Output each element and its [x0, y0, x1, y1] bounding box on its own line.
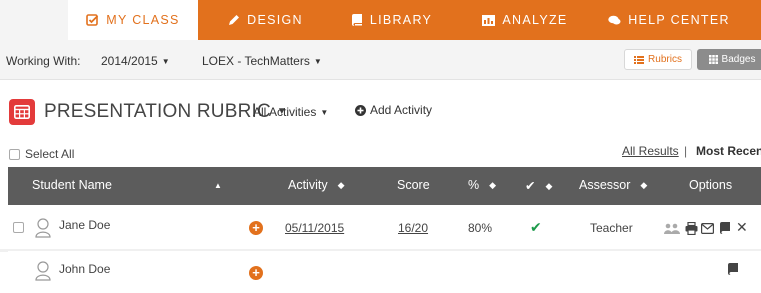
sort-icon: ◆	[489, 180, 497, 190]
plus-circle-icon	[355, 104, 366, 116]
badges-button[interactable]: Badges	[697, 49, 761, 70]
comments-icon	[608, 15, 621, 24]
add-result-plus-icon[interactable]: +	[249, 266, 263, 280]
nav-analyze[interactable]: ANALYZE	[451, 0, 599, 40]
book-icon[interactable]	[727, 263, 738, 275]
assessor-value: Teacher	[590, 221, 633, 235]
table-header: Student Name ▲ Activity ◆ Score % ◆ ✔ ◆ Ass…	[8, 167, 761, 205]
group-icon[interactable]	[664, 223, 680, 235]
add-result-plus-icon[interactable]: +	[249, 221, 263, 235]
user-avatar-icon	[35, 261, 51, 281]
grid-icon	[708, 55, 718, 64]
rubric-title: PRESENTATION RUBRIC	[44, 101, 271, 122]
envelope-icon[interactable]	[701, 223, 714, 234]
table-row: Jane Doe + 05/11/2015 16/20 80% ✔ Teache…	[8, 206, 761, 250]
nav-label-my-class: MY CLASS	[106, 13, 180, 27]
completed-check-icon: ✔	[530, 219, 542, 235]
sort-up-icon[interactable]: ▲	[214, 181, 222, 190]
select-all-label: Select All	[25, 147, 75, 161]
nav-label-design: DESIGN	[247, 13, 303, 27]
header-completed[interactable]: ✔ ◆	[525, 178, 552, 193]
header-options: Options	[689, 178, 733, 192]
nav-strip: MY CLASS DESIGN LIBRARY ANALYZE HELP CEN…	[68, 0, 761, 40]
add-activity-button[interactable]: Add Activity	[355, 103, 432, 117]
student-name[interactable]: John Doe	[59, 262, 110, 276]
user-avatar-icon	[35, 218, 51, 238]
print-icon[interactable]	[685, 222, 698, 235]
year-selector[interactable]: 2014/2015 ▼	[101, 54, 170, 68]
book-icon	[351, 14, 362, 26]
nav-library[interactable]: LIBRARY	[333, 0, 451, 40]
delete-icon[interactable]: ✕	[736, 219, 748, 236]
nav-label-analyze: ANALYZE	[502, 13, 568, 27]
course-value: LOEX - TechMatters	[202, 54, 310, 68]
chart-icon	[482, 14, 496, 26]
header-activity-label: Activity	[288, 178, 328, 192]
caret-down-icon: ▼	[313, 57, 322, 66]
caret-down-icon: ▼	[161, 57, 170, 66]
activities-filter-label: All Activities	[253, 105, 317, 119]
rubric-title-selector[interactable]: PRESENTATION RUBRIC ▼	[44, 101, 287, 123]
most-recent-link[interactable]: Most Recent	[696, 144, 761, 158]
pencil-icon	[229, 15, 240, 25]
select-all-checkbox[interactable]	[9, 148, 20, 160]
header-assessor[interactable]: Assessor ◆	[579, 178, 647, 192]
check-square-icon	[86, 14, 99, 26]
score-link[interactable]: 16/20	[398, 221, 428, 235]
nav-design[interactable]: DESIGN	[198, 0, 333, 40]
nav-my-class[interactable]: MY CLASS	[68, 0, 198, 40]
sort-icon: ◆	[640, 180, 648, 190]
header-assessor-label: Assessor	[579, 178, 631, 192]
header-percent[interactable]: % ◆	[468, 178, 496, 192]
activity-date-link[interactable]: 05/11/2015	[285, 221, 344, 235]
percent-value: 80%	[468, 221, 493, 235]
working-with-label: Working With:	[6, 54, 81, 68]
top-navigation: MY CLASS DESIGN LIBRARY ANALYZE HELP CEN…	[0, 0, 761, 40]
rubric-table-icon	[9, 99, 35, 125]
nav-label-library: LIBRARY	[369, 13, 433, 27]
nav-label-help-center: HELP CENTER	[628, 13, 730, 27]
header-activity[interactable]: Activity ◆	[288, 178, 345, 192]
header-student-name[interactable]: Student Name	[32, 178, 112, 192]
header-percent-label: %	[468, 178, 480, 192]
results-separator: |	[684, 144, 688, 158]
student-name[interactable]: Jane Doe	[59, 218, 110, 232]
sort-icon: ◆	[545, 181, 553, 191]
select-all-control[interactable]: Select All	[9, 147, 74, 161]
badges-button-label: Badges	[721, 54, 756, 65]
course-selector[interactable]: LOEX - TechMatters ▼	[202, 54, 322, 68]
table-row: John Doe +	[8, 251, 761, 293]
sort-icon: ◆	[337, 180, 345, 190]
rubrics-button[interactable]: Rubrics	[624, 49, 692, 70]
activities-filter[interactable]: All Activities ▼	[253, 105, 328, 119]
list-icon	[634, 55, 645, 64]
header-score[interactable]: Score	[397, 178, 430, 192]
checkmark-icon: ✔	[525, 179, 536, 193]
rubrics-button-label: Rubrics	[648, 54, 682, 65]
year-value: 2014/2015	[101, 54, 158, 68]
add-activity-label: Add Activity	[370, 103, 433, 117]
row-checkbox[interactable]	[13, 222, 24, 233]
nav-help-center[interactable]: HELP CENTER	[599, 0, 739, 40]
book-icon[interactable]	[719, 222, 730, 234]
caret-down-icon: ▼	[320, 108, 329, 117]
all-results-link[interactable]: All Results	[622, 144, 679, 158]
